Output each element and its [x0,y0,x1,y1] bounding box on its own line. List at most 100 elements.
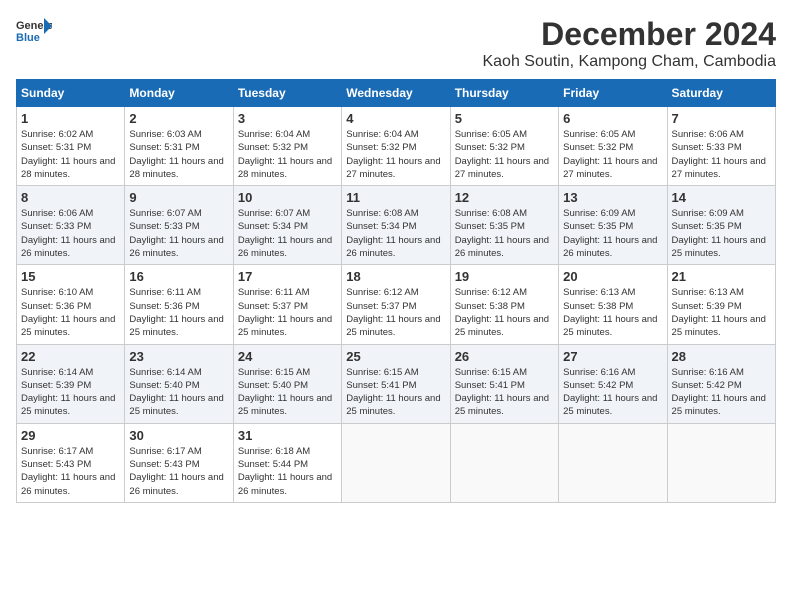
calendar-cell: 11 Sunrise: 6:08 AMSunset: 5:34 PMDayligh… [342,186,450,265]
calendar-cell: 25Sunrise: 6:15 AMSunset: 5:41 PMDayligh… [342,344,450,423]
day-number: 21 [672,269,771,284]
calendar-cell: 1 Sunrise: 6:02 AMSunset: 5:31 PMDaylight… [17,107,125,186]
calendar-cell: 28 Sunrise: 6:16 AMSunset: 5:42 PMDayligh… [667,344,775,423]
calendar-cell: 30 Sunrise: 6:17 AMSunset: 5:43 PMDayligh… [125,423,233,502]
day-info: Sunrise: 6:04 AMSunset: 5:32 PMDaylight:… [346,128,445,181]
weekday-header-tuesday: Tuesday [233,80,341,107]
day-number: 2 [129,111,228,126]
day-number: 12 [455,190,554,205]
day-info: Sunrise: 6:16 AMSunset: 5:42 PMDaylight:… [563,366,662,419]
title-block: December 2024 Kaoh Soutin, Kampong Cham,… [482,16,776,71]
day-number: 13 [563,190,662,205]
calendar-table: SundayMondayTuesdayWednesdayThursdayFrid… [16,79,776,503]
calendar-cell: 10 Sunrise: 6:07 AMSunset: 5:34 PMDayligh… [233,186,341,265]
calendar-cell: 7Sunrise: 6:06 AMSunset: 5:33 PMDaylight… [667,107,775,186]
day-info: Sunrise: 6:11 AMSunset: 5:36 PMDaylight:… [129,286,228,339]
weekday-header-sunday: Sunday [17,80,125,107]
day-info: Sunrise: 6:02 AMSunset: 5:31 PMDaylight:… [21,128,120,181]
calendar-cell: 5 Sunrise: 6:05 AMSunset: 5:32 PMDaylight… [450,107,558,186]
day-number: 18 [346,269,445,284]
day-info: Sunrise: 6:13 AMSunset: 5:39 PMDaylight:… [672,286,771,339]
calendar-cell: 2 Sunrise: 6:03 AMSunset: 5:31 PMDaylight… [125,107,233,186]
calendar-week-row: 1 Sunrise: 6:02 AMSunset: 5:31 PMDaylight… [17,107,776,186]
day-info: Sunrise: 6:03 AMSunset: 5:31 PMDaylight:… [129,128,228,181]
calendar-cell: 15 Sunrise: 6:10 AMSunset: 5:36 PMDayligh… [17,265,125,344]
calendar-cell: 24 Sunrise: 6:15 AMSunset: 5:40 PMDayligh… [233,344,341,423]
calendar-header-row: SundayMondayTuesdayWednesdayThursdayFrid… [17,80,776,107]
day-info: Sunrise: 6:17 AMSunset: 5:43 PMDaylight:… [129,445,228,498]
day-number: 31 [238,428,337,443]
day-number: 16 [129,269,228,284]
calendar-cell: 20Sunrise: 6:13 AMSunset: 5:38 PMDayligh… [559,265,667,344]
calendar-cell: 18 Sunrise: 6:12 AMSunset: 5:37 PMDayligh… [342,265,450,344]
day-info: Sunrise: 6:14 AMSunset: 5:40 PMDaylight:… [129,366,228,419]
day-info: Sunrise: 6:04 AMSunset: 5:32 PMDaylight:… [238,128,337,181]
day-number: 1 [21,111,120,126]
day-info: Sunrise: 6:15 AMSunset: 5:41 PMDaylight:… [346,366,445,419]
calendar-cell [559,423,667,502]
day-info: Sunrise: 6:18 AMSunset: 5:44 PMDaylight:… [238,445,337,498]
calendar-cell: 27Sunrise: 6:16 AMSunset: 5:42 PMDayligh… [559,344,667,423]
calendar-cell: 14Sunrise: 6:09 AMSunset: 5:35 PMDayligh… [667,186,775,265]
weekday-header-thursday: Thursday [450,80,558,107]
day-number: 10 [238,190,337,205]
day-number: 3 [238,111,337,126]
day-info: Sunrise: 6:12 AMSunset: 5:37 PMDaylight:… [346,286,445,339]
day-number: 4 [346,111,445,126]
day-info: Sunrise: 6:05 AMSunset: 5:32 PMDaylight:… [455,128,554,181]
day-number: 11 [346,190,445,205]
calendar-week-row: 15 Sunrise: 6:10 AMSunset: 5:36 PMDayligh… [17,265,776,344]
day-number: 5 [455,111,554,126]
calendar-cell: 9 Sunrise: 6:07 AMSunset: 5:33 PMDaylight… [125,186,233,265]
calendar-cell [667,423,775,502]
calendar-cell: 26Sunrise: 6:15 AMSunset: 5:41 PMDayligh… [450,344,558,423]
calendar-week-row: 8Sunrise: 6:06 AMSunset: 5:33 PMDaylight… [17,186,776,265]
weekday-header-friday: Friday [559,80,667,107]
calendar-cell: 12 Sunrise: 6:08 AMSunset: 5:35 PMDayligh… [450,186,558,265]
calendar-cell: 29Sunrise: 6:17 AMSunset: 5:43 PMDayligh… [17,423,125,502]
svg-text:Blue: Blue [16,32,40,44]
day-info: Sunrise: 6:09 AMSunset: 5:35 PMDaylight:… [563,207,662,260]
location-title: Kaoh Soutin, Kampong Cham, Cambodia [482,53,776,71]
weekday-header-wednesday: Wednesday [342,80,450,107]
calendar-cell: 22Sunrise: 6:14 AMSunset: 5:39 PMDayligh… [17,344,125,423]
logo: General Blue [16,16,52,44]
day-info: Sunrise: 6:08 AMSunset: 5:35 PMDaylight:… [455,207,554,260]
calendar-week-row: 29 Sunrise: 6:17 AMSunset: 5:43 PMDayligh… [17,423,776,502]
day-info: Sunrise: 6:07 AMSunset: 5:34 PMDaylight:… [238,207,337,260]
day-info: Sunrise: 6:05 AMSunset: 5:32 PMDaylight:… [563,128,662,181]
day-info: Sunrise: 6:15 AMSunset: 5:41 PMDaylight:… [455,366,554,419]
day-info: Sunrise: 6:16 AMSunset: 5:42 PMDaylight:… [672,366,771,419]
calendar-cell: 16 Sunrise: 6:11 AMSunset: 5:36 PMDayligh… [125,265,233,344]
day-info: Sunrise: 6:12 AMSunset: 5:38 PMDaylight:… [455,286,554,339]
day-info: Sunrise: 6:15 AMSunset: 5:40 PMDaylight:… [238,366,337,419]
calendar-cell: 17 Sunrise: 6:11 AMSunset: 5:37 PMDayligh… [233,265,341,344]
calendar-cell [450,423,558,502]
day-info: Sunrise: 6:10 AMSunset: 5:36 PMDaylight:… [21,286,120,339]
day-number: 23 [129,349,228,364]
day-number: 29 [21,428,120,443]
day-number: 15 [21,269,120,284]
day-number: 28 [672,349,771,364]
day-info: Sunrise: 6:06 AMSunset: 5:33 PMDaylight:… [672,128,771,181]
day-info: Sunrise: 6:07 AMSunset: 5:33 PMDaylight:… [129,207,228,260]
day-number: 24 [238,349,337,364]
calendar-week-row: 22Sunrise: 6:14 AMSunset: 5:39 PMDayligh… [17,344,776,423]
day-info: Sunrise: 6:11 AMSunset: 5:37 PMDaylight:… [238,286,337,339]
calendar-cell: 3 Sunrise: 6:04 AMSunset: 5:32 PMDaylight… [233,107,341,186]
day-info: Sunrise: 6:08 AMSunset: 5:34 PMDaylight:… [346,207,445,260]
day-info: Sunrise: 6:14 AMSunset: 5:39 PMDaylight:… [21,366,120,419]
day-number: 30 [129,428,228,443]
calendar-cell: 8Sunrise: 6:06 AMSunset: 5:33 PMDaylight… [17,186,125,265]
calendar-cell: 21 Sunrise: 6:13 AMSunset: 5:39 PMDayligh… [667,265,775,344]
day-number: 17 [238,269,337,284]
day-number: 9 [129,190,228,205]
day-number: 6 [563,111,662,126]
day-number: 20 [563,269,662,284]
calendar-cell [342,423,450,502]
day-number: 8 [21,190,120,205]
day-number: 14 [672,190,771,205]
calendar-cell: 19Sunrise: 6:12 AMSunset: 5:38 PMDayligh… [450,265,558,344]
calendar-cell: 13 Sunrise: 6:09 AMSunset: 5:35 PMDayligh… [559,186,667,265]
logo-icon: General Blue [16,16,52,44]
